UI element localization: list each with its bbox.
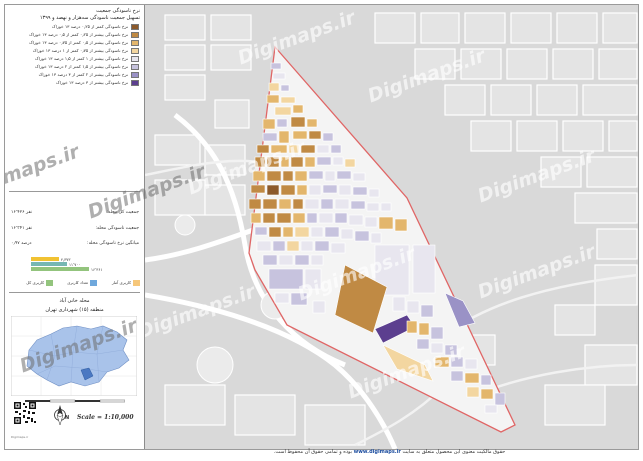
land-use-item: کاربری آمار <box>100 279 140 287</box>
stat-label: میانگین نرخ ناسودگی محله: <box>87 241 139 246</box>
legend-item-label: نرخ ناسودگی بیشتر از ۳ درصد ۱۳ خوراک <box>56 80 128 85</box>
copyright-footer: حقوق مالکیت معنوی این محصول متعلق به سای… <box>140 446 639 461</box>
land-use-swatch <box>90 280 97 286</box>
district-name: منطقه (۱۵) شهرداری تهران <box>45 307 104 313</box>
bar <box>31 262 67 266</box>
legend-swatch <box>131 32 139 38</box>
bar <box>31 267 89 271</box>
footer-site-link[interactable]: www.digimaps.ir <box>354 449 401 455</box>
stat-value: ۰٫۹۷ درصد <box>11 241 32 246</box>
legend-item: نرخ ناسودگی بیشتر از ۱ کمتر از ۱٫۵ درصد … <box>13 56 139 63</box>
legend-item-label: نرخ ناسودگی کمتر از ۰٫۲۵ درصد ۱۳ خوراک <box>51 24 128 29</box>
scale-text: Scale = 1:10,000 <box>77 414 134 421</box>
legend-item: نرخ ناسودگی کمتر از ۰٫۲۵ درصد ۱۳ خوراک <box>13 24 139 31</box>
scale-bar <box>25 399 125 403</box>
stat-label: جمعیت کل محله: <box>106 210 139 215</box>
bar-value-label: ۱۶٬۳۶۱ <box>91 267 103 272</box>
legend-item-label: نرخ ناسودگی بیشتر از ۱ کمتر از ۱٫۵ درصد … <box>34 56 128 61</box>
legend-subtitle: تسهیل جمعیت ناسودگی سه‌هزار و نهصد و ۱۳۹… <box>39 15 140 21</box>
basemap <box>145 5 638 449</box>
land-use-item: تعداد کاربری <box>57 279 97 287</box>
bar <box>31 257 59 261</box>
legend-swatch <box>131 24 139 30</box>
legend-item: نرخ ناسودگی بیشتر از ۰٫۷۵ کمتر از ۱ درصد… <box>13 48 139 55</box>
legend-swatch <box>131 64 139 70</box>
qr-caption: Digimaps.ir <box>11 435 29 439</box>
land-use-label: تعداد کاربری <box>67 280 88 285</box>
land-use-swatch <box>133 280 140 286</box>
legend-item: نرخ ناسودگی بیشتر از ۲ کمتر از ۳ درصد ۱۳… <box>13 72 139 79</box>
north-arrow-icon <box>54 405 66 425</box>
stat-population: جمعیت کل محله: ۱۶٬۴۲۶ نفر <box>11 210 139 218</box>
map-sheet: نرخ ناسودگی جمعیت تسهیل جمعیت ناسودگی سه… <box>4 4 639 450</box>
neighborhood-name: محله خانی آباد <box>59 298 90 304</box>
land-use-swatch <box>46 280 53 286</box>
legend-swatch <box>131 48 139 54</box>
land-use-label: کاربری کل <box>26 280 44 285</box>
stat-label: جمعیت ناسودگی محله: <box>95 226 139 231</box>
legend-title: نرخ ناسودگی جمعیت <box>96 8 140 14</box>
legend-item-label: نرخ ناسودگی بیشتر از ۰٫۷۵ کمتر از ۱ درصد… <box>32 48 128 53</box>
legend-item: نرخ ناسودگی بیشتر از ۰٫۵ کمتر از ۰٫۷۵ در… <box>13 40 139 47</box>
legend-item-label: نرخ ناسودگی بیشتر از ۲ کمتر از ۳ درصد ۱۳… <box>38 72 128 77</box>
legend-swatch <box>131 72 139 78</box>
land-use-item: کاربری کل <box>13 279 53 287</box>
legend-swatch <box>131 40 139 46</box>
stat-unhealthy-population: جمعیت ناسودگی محله: ۱۶٬۳۴۱ نفر <box>11 226 139 234</box>
inset-map <box>11 316 137 396</box>
land-use-label: کاربری آمار <box>111 280 131 285</box>
divider <box>9 191 140 192</box>
legend-item-label: نرخ ناسودگی بیشتر از ۱٫۵ کمتر از ۲ درصد … <box>34 64 128 69</box>
legend-item: نرخ ناسودگی بیشتر از ۰٫۲۵ کمتر از ۰٫۵ در… <box>13 32 139 39</box>
stat-average-rate: میانگین نرخ ناسودگی محله: ۰٫۹۷ درصد <box>11 241 139 249</box>
stat-value: ۱۶٬۴۲۶ نفر <box>11 210 32 215</box>
legend-item: نرخ ناسودگی بیشتر از ۳ درصد ۱۳ خوراک <box>13 80 139 87</box>
footer-text-after: بوده و تمامی حقوق آن محفوظ است. <box>273 449 353 455</box>
footer-text-before: حقوق مالکیت معنوی این محصول متعلق به سای… <box>402 449 506 455</box>
map-area: Digimaps.ir Digimaps.ir Digimaps.ir Digi… <box>145 5 638 449</box>
legend-panel: نرخ ناسودگی جمعیت تسهیل جمعیت ناسودگی سه… <box>5 5 145 449</box>
north-label: N <box>65 415 70 421</box>
divider <box>9 292 140 293</box>
legend-swatch <box>131 80 139 86</box>
legend-item: نرخ ناسودگی بیشتر از ۱٫۵ کمتر از ۲ درصد … <box>13 64 139 71</box>
legend-swatch <box>131 56 139 62</box>
legend-item-label: نرخ ناسودگی بیشتر از ۰٫۵ کمتر از ۰٫۷۵ در… <box>29 40 128 45</box>
stat-value: ۱۶٬۳۴۱ نفر <box>11 226 32 231</box>
legend-item-label: نرخ ناسودگی بیشتر از ۰٫۲۵ کمتر از ۰٫۵ در… <box>29 32 128 37</box>
